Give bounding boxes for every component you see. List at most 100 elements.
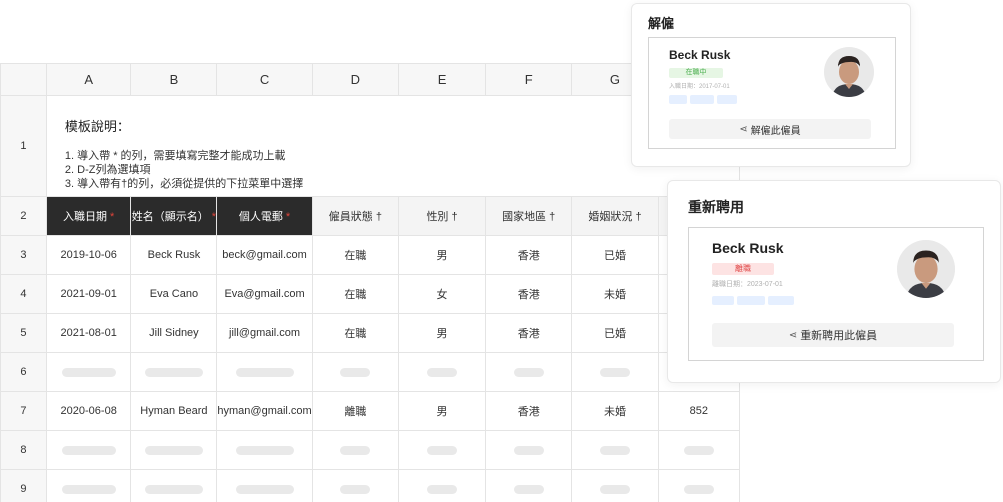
cell-marital[interactable]: 未婚 [571, 274, 659, 314]
row-number-1[interactable]: 1 [0, 95, 47, 197]
placeholder-cell[interactable] [130, 352, 218, 392]
placeholder-cell[interactable] [485, 469, 573, 502]
row-number-5[interactable]: 5 [0, 313, 47, 353]
column-header-row: A B C D E F G [0, 63, 740, 96]
skeleton-bar [61, 445, 116, 455]
row-number-6[interactable]: 6 [0, 352, 47, 392]
header-email[interactable]: 個人電郵 * [216, 196, 313, 236]
placeholder-cell[interactable] [45, 430, 132, 470]
cell-status[interactable]: 在職 [311, 235, 400, 275]
column-header-e[interactable]: E [397, 63, 487, 96]
required-mark: * [285, 211, 291, 223]
rehire-employee-button[interactable]: ⋖ 重新聘用此僱員 [712, 323, 954, 347]
tag-chip [768, 296, 794, 305]
cell-status[interactable]: 在職 [311, 313, 400, 353]
placeholder-cell[interactable] [311, 469, 400, 502]
cell-join-date[interactable]: 2021-09-01 [45, 274, 132, 314]
row-number-3[interactable]: 3 [0, 235, 47, 275]
row-number-8[interactable]: 8 [0, 430, 47, 470]
cell-email[interactable]: Eva@gmail.com [216, 274, 313, 314]
skeleton-bar [144, 367, 203, 377]
header-marital[interactable]: 婚姻狀況 † [571, 196, 659, 236]
cell-country[interactable]: 香港 [485, 313, 573, 353]
cell-marital[interactable]: 已婚 [571, 235, 659, 275]
placeholder-cell[interactable] [311, 430, 400, 470]
cell-gender[interactable]: 女 [397, 274, 487, 314]
tag-chips [712, 296, 794, 305]
placeholder-cell[interactable] [657, 469, 740, 502]
cell-country[interactable]: 香港 [485, 274, 573, 314]
header-join-date[interactable]: 入職日期 * [45, 196, 132, 236]
cell-name[interactable]: Beck Rusk [130, 235, 218, 275]
row-number-9[interactable]: 9 [0, 469, 47, 502]
row-number-2[interactable]: 2 [0, 196, 47, 236]
skeleton-row: 9 [0, 469, 740, 502]
row-number-7[interactable]: 7 [0, 391, 47, 431]
employee-name: Beck Rusk [712, 240, 784, 256]
cell-name[interactable]: Hyman Beard [130, 391, 218, 431]
skeleton-bar [683, 445, 714, 455]
placeholder-cell[interactable] [485, 352, 573, 392]
corner-cell[interactable] [0, 63, 47, 96]
column-header-d[interactable]: D [311, 63, 400, 96]
cell-email[interactable]: hyman@gmail.com [216, 391, 313, 431]
skeleton-bar [144, 445, 203, 455]
cell-name[interactable]: Eva Cano [130, 274, 218, 314]
table-row: 7 2020-06-08 Hyman Beard hyman@gmail.com… [0, 391, 740, 431]
column-header-b[interactable]: B [130, 63, 218, 96]
header-status[interactable]: 僱員狀態 † [311, 196, 400, 236]
skeleton-bar [61, 484, 116, 494]
placeholder-cell[interactable] [311, 352, 400, 392]
placeholder-cell[interactable] [397, 430, 487, 470]
placeholder-cell[interactable] [571, 430, 659, 470]
placeholder-cell[interactable] [397, 352, 487, 392]
cell-status[interactable]: 離職 [311, 391, 400, 431]
placeholder-cell[interactable] [45, 352, 132, 392]
placeholder-cell[interactable] [216, 430, 313, 470]
cell-marital[interactable]: 已婚 [571, 313, 659, 353]
person-avatar-icon [897, 240, 955, 298]
person-avatar-icon [824, 47, 874, 97]
header-gender[interactable]: 性別 † [397, 196, 487, 236]
cell-extra[interactable]: 852 [657, 391, 740, 431]
cell-marital[interactable]: 未婚 [571, 391, 659, 431]
placeholder-cell[interactable] [485, 430, 573, 470]
placeholder-cell[interactable] [45, 469, 132, 502]
placeholder-cell[interactable] [397, 469, 487, 502]
cell-country[interactable]: 香港 [485, 391, 573, 431]
column-header-f[interactable]: F [485, 63, 573, 96]
employee-profile: Beck Rusk 離職 離職日期：2023-07-01 ⋖ 重新聘用此僱員 [688, 227, 984, 361]
cell-join-date[interactable]: 2021-08-01 [45, 313, 132, 353]
cell-gender[interactable]: 男 [397, 313, 487, 353]
rehire-card: 重新聘用 Beck Rusk 離職 離職日期：2023-07-01 ⋖ 重新聘用… [667, 180, 1001, 383]
header-name[interactable]: 姓名（顯示名） * [130, 196, 218, 236]
placeholder-cell[interactable] [216, 352, 313, 392]
column-header-a[interactable]: A [45, 63, 132, 96]
cell-email[interactable]: beck@gmail.com [216, 235, 313, 275]
cell-status[interactable]: 在職 [311, 274, 400, 314]
required-mark: * [110, 211, 115, 223]
placeholder-cell[interactable] [571, 352, 659, 392]
row-number-4[interactable]: 4 [0, 274, 47, 314]
employee-avatar [897, 240, 955, 298]
row-1: 1 模板說明： 1. 導入帶 * 的列，需要填寫完整才能成功上載 2. D-Z列… [0, 95, 740, 197]
placeholder-cell[interactable] [216, 469, 313, 502]
cell-country[interactable]: 香港 [485, 235, 573, 275]
employee-name: Beck Rusk [669, 48, 731, 62]
cell-gender[interactable]: 男 [397, 235, 487, 275]
cell-email[interactable]: jill@gmail.com [216, 313, 313, 353]
placeholder-cell[interactable] [130, 430, 218, 470]
placeholder-cell[interactable] [130, 469, 218, 502]
dismiss-employee-button[interactable]: ⋖ 解僱此僱員 [669, 119, 871, 139]
placeholder-cell[interactable] [571, 469, 659, 502]
header-country[interactable]: 國家地區 † [485, 196, 573, 236]
column-header-c[interactable]: C [216, 63, 313, 96]
cell-join-date[interactable]: 2020-06-08 [45, 391, 132, 431]
table-row: 5 2021-08-01 Jill Sidney jill@gmail.com … [0, 313, 740, 353]
cell-gender[interactable]: 男 [397, 391, 487, 431]
skeleton-bar [427, 445, 458, 455]
placeholder-cell[interactable] [657, 430, 740, 470]
cell-name[interactable]: Jill Sidney [130, 313, 218, 353]
dismiss-card: 解僱 Beck Rusk 在職中 入職日期：2017-07-01 ⋖ 解僱此僱員 [631, 3, 911, 167]
cell-join-date[interactable]: 2019-10-06 [45, 235, 132, 275]
